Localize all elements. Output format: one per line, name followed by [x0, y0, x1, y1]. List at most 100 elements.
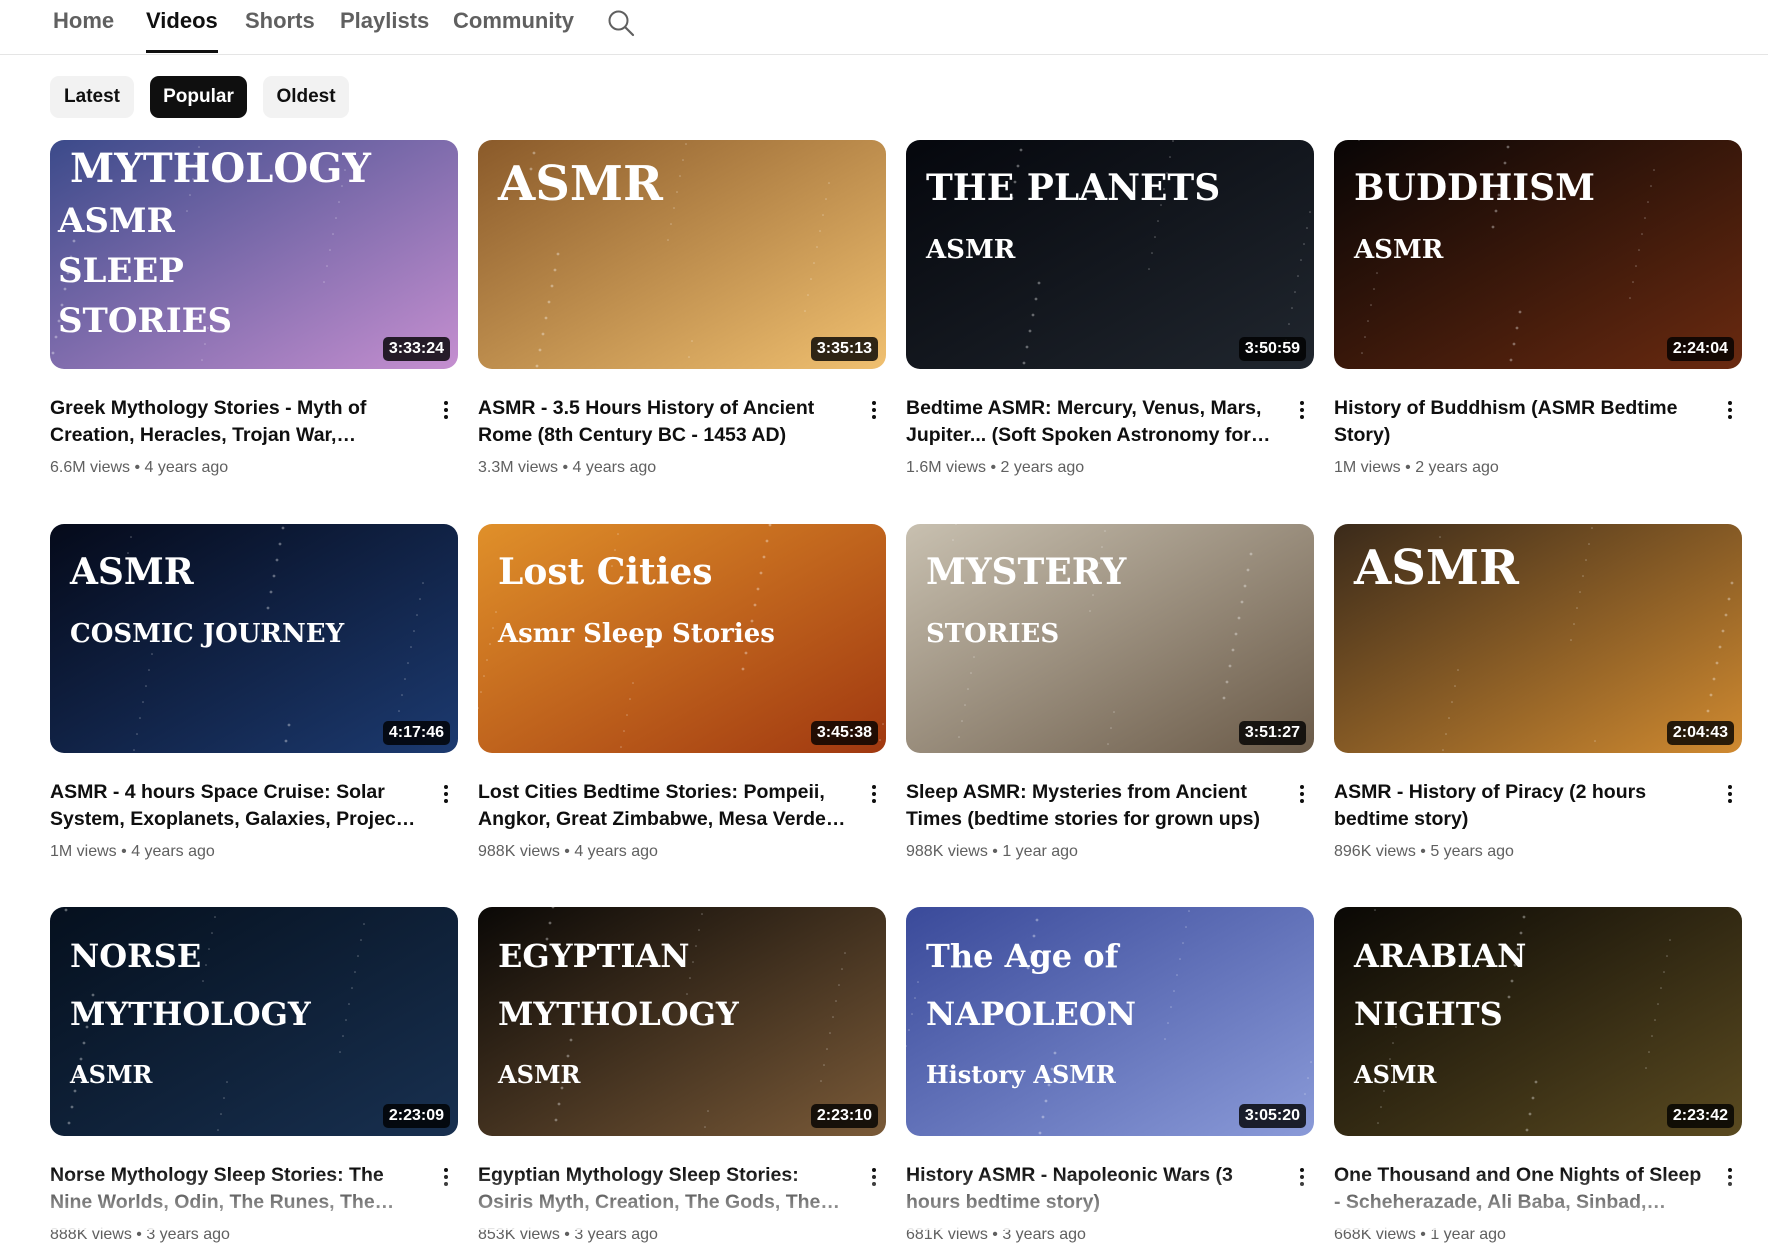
chip-latest[interactable]: Latest: [50, 76, 134, 118]
thumbnail-text: MYSTERY: [926, 551, 1128, 593]
upload-age: 4 years ago: [572, 459, 657, 476]
search-icon[interactable]: [606, 8, 636, 38]
meta-separator: •: [131, 1226, 147, 1243]
video-card[interactable]: The Age of NAPOLEON History ASMR 3:05:20 His…: [906, 907, 1314, 1243]
chip-popular[interactable]: Popular: [150, 76, 247, 118]
duration-badge: 3:50:59: [1238, 337, 1306, 361]
thumbnail-text: ASMR: [1353, 540, 1520, 596]
video-title[interactable]: One Thousand and One Nights of Sleep - S…: [1334, 1162, 1704, 1216]
duration-badge: 2:24:04: [1666, 337, 1734, 361]
more-actions-icon[interactable]: [864, 782, 884, 808]
video-card[interactable]: MYTHOLOGY ASMR SLEEP STORIES 3:33:24 Greek My…: [50, 140, 458, 476]
thumbnail-text: ASMR: [925, 235, 1016, 265]
more-actions-icon[interactable]: [436, 398, 456, 424]
duration-badge: 3:51:27: [1238, 721, 1306, 745]
more-actions-icon[interactable]: [436, 1165, 456, 1191]
meta-separator: •: [559, 843, 575, 860]
video-thumbnail[interactable]: BUDDHISM ASMR 2:24:04: [1334, 140, 1742, 369]
more-actions-icon[interactable]: [1720, 1165, 1740, 1191]
video-meta: 1M views • 2 years ago: [1334, 459, 1499, 477]
duration-badge: 2:23:09: [382, 1104, 450, 1128]
video-title[interactable]: Greek Mythology Stories - Myth of Creati…: [50, 395, 420, 449]
video-title[interactable]: ASMR - 3.5 Hours History of Ancient Rome…: [478, 395, 848, 449]
video-thumbnail[interactable]: ARABIAN NIGHTS ASMR 2:23:42: [1334, 907, 1742, 1136]
video-thumbnail[interactable]: MYTHOLOGY ASMR SLEEP STORIES 3:33:24: [50, 140, 458, 369]
video-title[interactable]: Lost Cities Bedtime Stories: Pompeii, An…: [478, 779, 848, 833]
video-title[interactable]: Bedtime ASMR: Mercury, Venus, Mars, Jupi…: [906, 395, 1276, 449]
video-card[interactable]: BUDDHISM ASMR 2:24:04 History of Buddhism (…: [1334, 140, 1742, 476]
tab-videos[interactable]: Videos: [146, 8, 218, 53]
upload-age: 3 years ago: [574, 1226, 658, 1243]
video-title[interactable]: ASMR - History of Piracy (2 hours bedtim…: [1334, 779, 1704, 833]
upload-age: 3 years ago: [146, 1226, 230, 1243]
video-meta: 668K views • 1 year ago: [1334, 1226, 1506, 1244]
more-actions-icon[interactable]: [864, 398, 884, 424]
duration-badge: 2:04:43: [1666, 721, 1734, 745]
video-card[interactable]: ARABIAN NIGHTS ASMR 2:23:42 One Thousand and…: [1334, 907, 1742, 1243]
channel-tabs: Home Videos Shorts Playlists Community: [0, 0, 1768, 55]
meta-separator: •: [558, 459, 573, 476]
video-card[interactable]: EGYPTIAN MYTHOLOGY ASMR 2:23:10 Egyptian Myt…: [478, 907, 886, 1243]
tab-community[interactable]: Community: [453, 8, 574, 34]
thumbnail-text: ASMR: [497, 1060, 582, 1089]
video-thumbnail[interactable]: EGYPTIAN MYTHOLOGY ASMR 2:23:10: [478, 907, 886, 1136]
more-actions-icon[interactable]: [1720, 782, 1740, 808]
video-title[interactable]: Sleep ASMR: Mysteries from Ancient Times…: [906, 779, 1276, 833]
video-thumbnail[interactable]: MYSTERY STORIES 3:51:27: [906, 524, 1314, 753]
video-title[interactable]: Norse Mythology Sleep Stories: The Nine …: [50, 1162, 420, 1216]
video-thumbnail[interactable]: Lost Cities Asmr Sleep Stories 3:45:38: [478, 524, 886, 753]
tab-playlists[interactable]: Playlists: [340, 8, 429, 34]
video-thumbnail[interactable]: NORSE MYTHOLOGY ASMR 2:23:09: [50, 907, 458, 1136]
more-actions-icon[interactable]: [1292, 1165, 1312, 1191]
upload-age: 4 years ago: [131, 843, 215, 860]
video-thumbnail[interactable]: ASMR 3:35:13: [478, 140, 886, 369]
video-card[interactable]: Lost Cities Asmr Sleep Stories 3:45:38 Lost…: [478, 524, 886, 860]
view-count: 888K views: [50, 1226, 132, 1243]
upload-age: 4 years ago: [144, 459, 229, 476]
video-thumbnail[interactable]: ASMR 2:04:43: [1334, 524, 1742, 753]
more-actions-icon[interactable]: [1292, 398, 1312, 424]
tab-shorts[interactable]: Shorts: [245, 8, 315, 34]
video-card[interactable]: NORSE MYTHOLOGY ASMR 2:23:09 Norse Mythology…: [50, 907, 458, 1243]
video-card[interactable]: ASMR 2:04:43 ASMR - History of Piracy (2 h…: [1334, 524, 1742, 860]
meta-separator: •: [987, 843, 1003, 860]
duration-badge: 3:05:20: [1238, 1104, 1306, 1128]
video-title[interactable]: History of Buddhism (ASMR Bedtime Story): [1334, 395, 1704, 449]
video-meta: 3.3M views • 4 years ago: [478, 459, 656, 477]
tab-home[interactable]: Home: [53, 8, 114, 34]
meta-separator: •: [116, 843, 132, 860]
more-actions-icon[interactable]: [1720, 398, 1740, 424]
video-meta: 1M views • 4 years ago: [50, 843, 215, 861]
upload-age: 2 years ago: [1000, 459, 1085, 476]
video-card[interactable]: MYSTERY STORIES 3:51:27 Sleep ASMR: Mysteri…: [906, 524, 1314, 860]
video-card[interactable]: THE PLANETS ASMR 3:50:59 Bedtime ASMR: Merc…: [906, 140, 1314, 476]
duration-badge: 3:33:24: [382, 337, 450, 361]
thumbnail-text: STORIES: [58, 301, 232, 341]
more-actions-icon[interactable]: [436, 782, 456, 808]
view-count: 1M views: [1334, 459, 1401, 476]
meta-separator: •: [986, 459, 1001, 476]
video-thumbnail[interactable]: THE PLANETS ASMR 3:50:59: [906, 140, 1314, 369]
duration-badge: 3:35:13: [810, 337, 878, 361]
more-actions-icon[interactable]: [1292, 782, 1312, 808]
video-title[interactable]: History ASMR - Napoleonic Wars (3 hours …: [906, 1162, 1276, 1216]
video-card[interactable]: ASMR COSMIC JOURNEY 4:17:46 ASMR - 4 hours …: [50, 524, 458, 860]
video-meta: 1.6M views • 2 years ago: [906, 459, 1084, 477]
thumbnail-text: MYTHOLOGY: [70, 995, 312, 1033]
video-title[interactable]: Egyptian Mythology Sleep Stories: Osiris…: [478, 1162, 848, 1216]
view-count: 6.6M views: [50, 459, 131, 476]
duration-badge: 2:23:10: [810, 1104, 878, 1128]
more-actions-icon[interactable]: [864, 1165, 884, 1191]
video-thumbnail[interactable]: The Age of NAPOLEON History ASMR 3:05:20: [906, 907, 1314, 1136]
thumbnail-text: ASMR: [1353, 235, 1444, 265]
video-meta: 853K views • 3 years ago: [478, 1226, 658, 1244]
thumbnail-text: ASMR: [69, 551, 195, 593]
chip-oldest[interactable]: Oldest: [263, 76, 349, 118]
thumbnail-text: NIGHTS: [1354, 995, 1503, 1033]
video-meta: 988K views • 1 year ago: [906, 843, 1078, 861]
view-count: 3.3M views: [478, 459, 559, 476]
video-thumbnail[interactable]: ASMR COSMIC JOURNEY 4:17:46: [50, 524, 458, 753]
video-card[interactable]: ASMR 3:35:13 ASMR - 3.5 Hours History of A…: [478, 140, 886, 476]
thumbnail-text: MYTHOLOGY: [498, 995, 740, 1033]
video-title[interactable]: ASMR - 4 hours Space Cruise: Solar Syste…: [50, 779, 420, 833]
